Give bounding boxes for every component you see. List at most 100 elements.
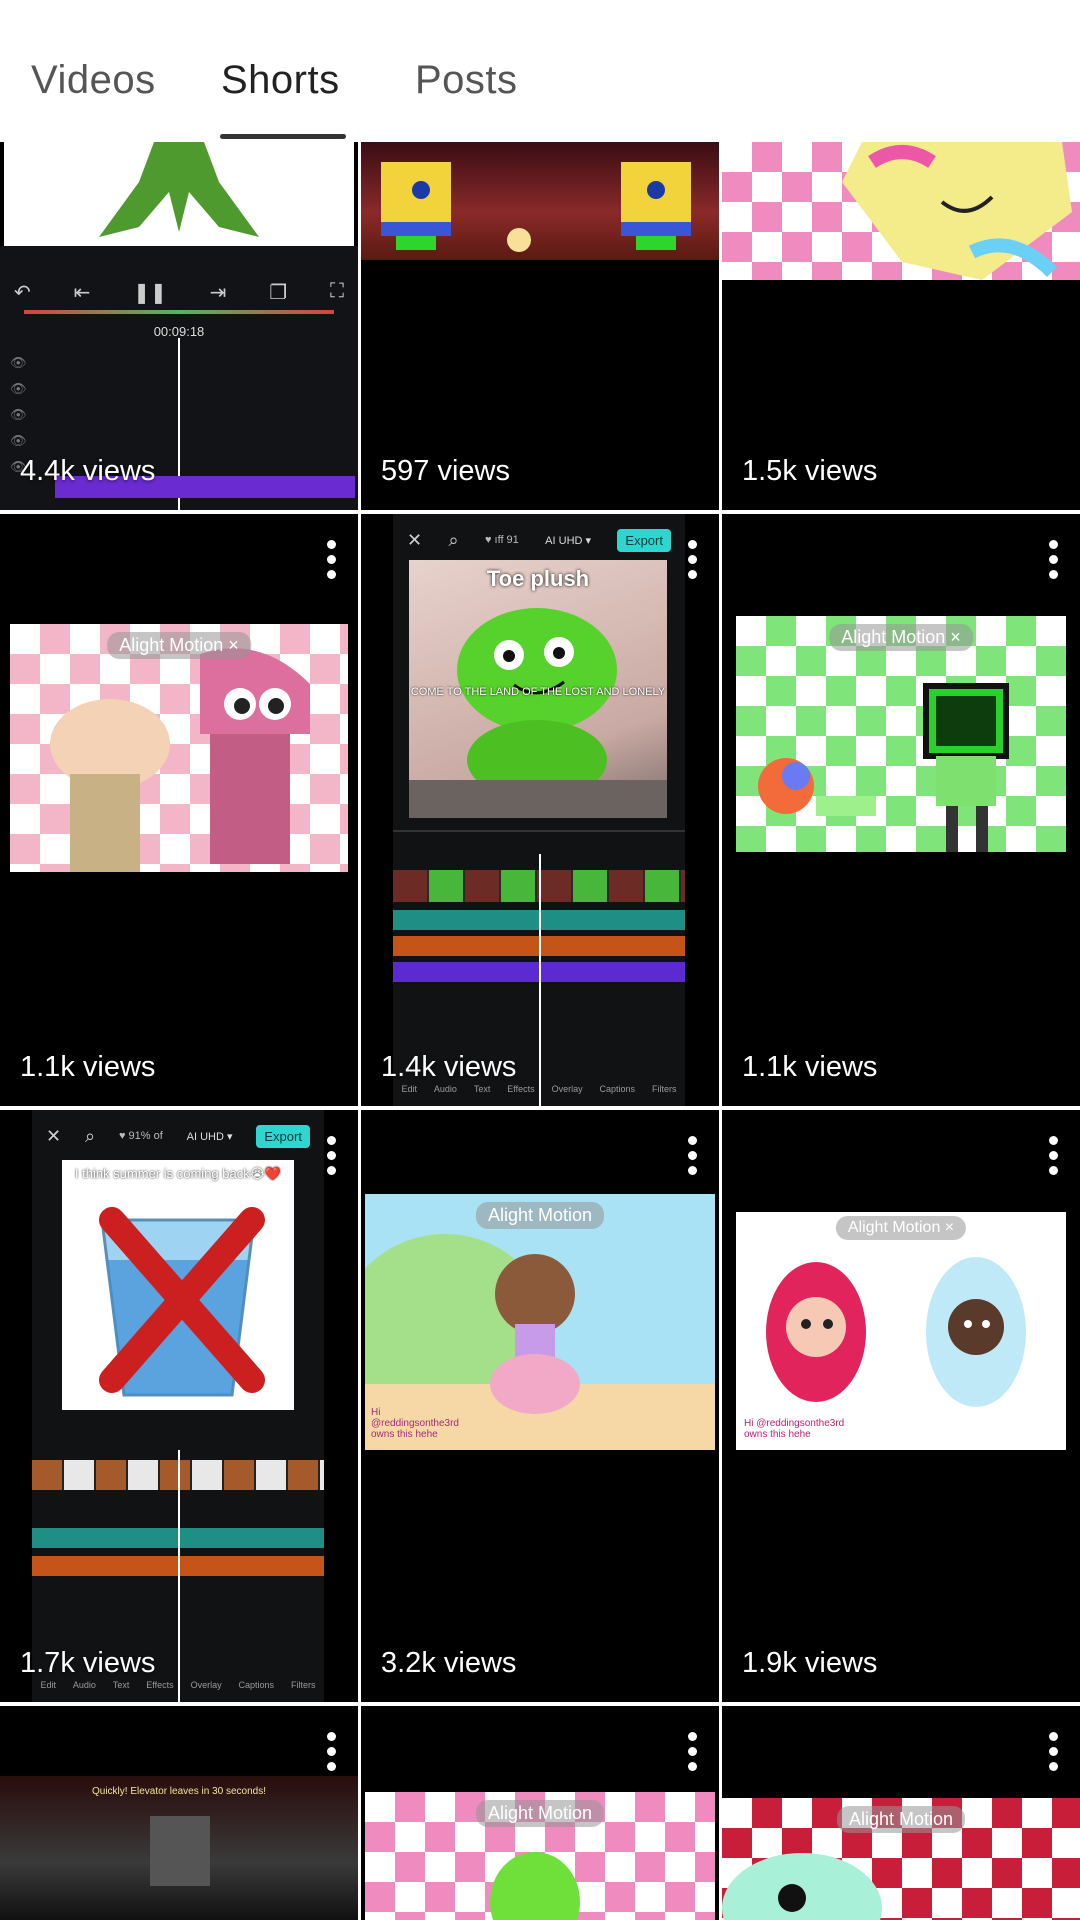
shorts-grid: ↶ ⇤ ❚❚ ⇥ ❐ ⛶ 00:09:18 👁 👁 👁 👁 👁 4.4k views [0,142,1080,1920]
skip-end-icon: ⇥ [209,282,227,304]
view-count: 1.9k views [742,1647,878,1679]
short-tile[interactable]: Alight Motion × Hi @reddingsonthe3rd own… [722,1110,1080,1702]
thumbnail [4,142,354,246]
more-vert-icon [687,1732,697,1741]
thumbnail [361,142,719,260]
short-tile[interactable]: Alight Motion × 1.1k views [722,514,1080,1106]
more-vert-icon [687,540,697,549]
stage-characters-illustration [381,162,691,252]
more-options-button[interactable] [326,1732,336,1772]
short-tile[interactable]: 597 views [361,142,719,510]
star-character-illustration [842,142,1072,280]
more-options-button[interactable] [326,1136,336,1176]
more-options-button[interactable] [1048,1136,1058,1176]
close-icon: ✕ [407,529,423,550]
view-count: 597 views [381,455,510,487]
more-vert-icon [326,540,336,549]
search-icon: ⌕ [84,1125,96,1146]
more-vert-icon [1048,1136,1058,1145]
thumbnail: Alight Motion Hi @reddingsonthe3rd owns … [365,1194,715,1450]
view-count: 1.1k views [742,1051,878,1083]
view-count: 1.7k views [20,1647,156,1679]
credit-text: Hi @reddingsonthe3rd owns this hehe [744,1418,845,1440]
play-pause-icon: ❚❚ [133,282,167,304]
editor-top-bar: ✕ ⌕ ♥ 91% of AI UHD ▾ Export [32,1118,324,1154]
quality-selector: AI UHD ▾ [186,1130,233,1143]
more-vert-icon [1048,540,1058,549]
watermark: Alight Motion [475,1202,605,1229]
watermark: Alight Motion [836,1806,966,1833]
editor-timecode: 00:09:18 [153,324,205,339]
playhead [178,1450,180,1702]
credit-text: Hi @reddingsonthe3rd owns this hehe [371,1407,459,1440]
more-options-button[interactable] [1048,540,1058,580]
tab-posts[interactable]: Posts [415,58,518,103]
thumbnail: Alight Motion × Hi @reddingsonthe3rd own… [736,1212,1066,1450]
view-count: 1.5k views [742,455,878,487]
watermark: Alight Motion × [107,632,251,659]
more-options-button[interactable] [687,1136,697,1176]
water-glass-crossed-illustration [99,1207,265,1397]
green-character-illustration [99,142,259,237]
active-tab-indicator [220,134,346,139]
playhead [539,854,541,1106]
more-options-button[interactable] [687,540,697,580]
tab-videos[interactable]: Videos [31,58,156,103]
more-vert-icon [1048,1732,1058,1741]
editor-screen: ✕ ⌕ ♥ 91% of AI UHD ▾ Export I think sum… [32,1110,324,1702]
editor-controls: ↶ ⇤ ❚❚ ⇥ ❐ ⛶ [14,280,344,305]
thumbnail: Alight Motion [722,1798,1080,1920]
undo-icon: ↶ [14,282,31,304]
export-button: Export [256,1124,310,1148]
export-button: Export [617,528,671,552]
watermark: Alight Motion × [835,1216,967,1240]
view-count: 3.2k views [381,1647,517,1679]
thumbnail: Alight Motion [365,1792,715,1920]
short-tile[interactable]: Alight Motion [722,1706,1080,1920]
elevator-door [150,1816,210,1886]
tab-shorts[interactable]: Shorts [221,58,340,103]
editor-screen: ✕ ⌕ ♥ ıff 91 AI UHD ▾ Export Toe plush C… [393,514,685,1106]
thumbnail: Quickly! Elevator leaves in 30 seconds! [0,1776,358,1920]
fullscreen-icon: ⛶ [329,280,344,302]
credits-indicator: ♥ 91% of [118,1130,163,1142]
short-tile[interactable]: ↶ ⇤ ❚❚ ⇥ ❐ ⛶ 00:09:18 👁 👁 👁 👁 👁 4.4k views [0,142,358,510]
tv-head-character-illustration [758,683,1009,852]
more-vert-icon [326,1732,336,1741]
video-preview: Toe plush COME TO THE LAND OF THE LOST A… [409,560,667,818]
editor-top-bar: ✕ ⌕ ♥ ıff 91 AI UHD ▾ Export [393,522,685,558]
two-characters-illustration [766,1257,1026,1407]
copy-icon: ❐ [269,282,288,304]
watermark: Alight Motion [475,1800,605,1827]
more-vert-icon [687,1136,697,1145]
watermark: Alight Motion × [829,624,973,651]
short-tile[interactable]: Alight Motion Hi @reddingsonthe3rd owns … [361,1110,719,1702]
thumbnail: Alight Motion × [10,624,348,872]
skip-start-icon: ⇤ [73,282,91,304]
divider [393,830,685,832]
quality-selector: AI UHD ▾ [545,534,592,547]
editor-toolbar: Edit Audio Text Effects Overlay Captions Filte… [40,1680,316,1690]
game-overlay-text: Quickly! Elevator leaves in 30 seconds! [92,1786,266,1797]
short-tile[interactable]: Quickly! Elevator leaves in 30 seconds! [0,1706,358,1920]
timeline-progress [24,310,334,314]
close-icon: ✕ [46,1125,62,1146]
more-options-button[interactable] [326,540,336,580]
view-count: 1.1k views [20,1051,156,1083]
editor-toolbar: Edit Audio Text Effects Overlay Captions Filte… [401,1084,677,1094]
credits-indicator: ♥ ıff 91 [484,534,519,546]
view-count: 4.4k views [20,455,156,487]
thumbnail [722,142,1080,280]
short-tile[interactable]: Alight Motion × 1.1k views [0,514,358,1106]
view-count: 1.4k views [381,1051,517,1083]
more-vert-icon [326,1136,336,1145]
more-options-button[interactable] [1048,1732,1058,1772]
video-caption: COME TO THE LAND OF THE LOST AND LONELY [410,686,666,698]
short-tile[interactable]: Alight Motion [361,1706,719,1920]
short-tile[interactable]: ✕ ⌕ ♥ ıff 91 AI UHD ▾ Export Toe plush C… [361,514,719,1106]
short-tile[interactable]: 1.5k views [722,142,1080,510]
more-options-button[interactable] [687,1732,697,1772]
search-icon: ⌕ [448,529,459,550]
thumbnail: Alight Motion × [736,616,1066,852]
short-tile[interactable]: ✕ ⌕ ♥ 91% of AI UHD ▾ Export I think sum… [0,1110,358,1702]
